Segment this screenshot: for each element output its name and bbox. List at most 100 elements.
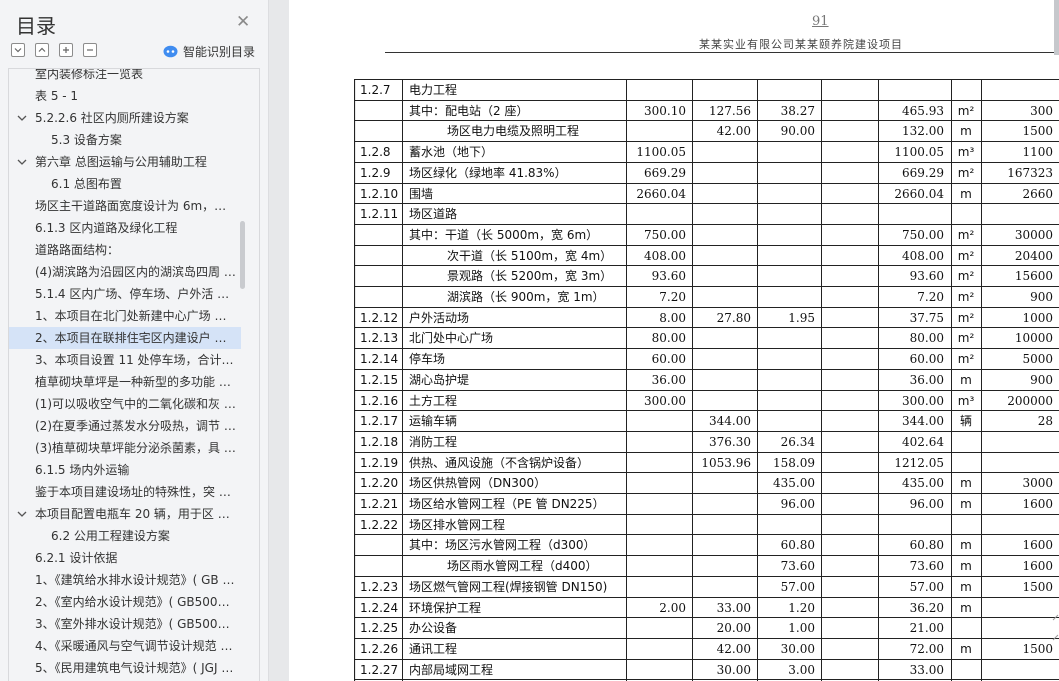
toc-item[interactable]: 2、本项目在联排住宅区内建设户 … bbox=[9, 327, 241, 349]
table-cell-c1 bbox=[626, 204, 686, 224]
table-cell-c2: 33.00 bbox=[716, 601, 751, 615]
table-cell-item: 场区给水管网工程（PE 管 DN225） bbox=[409, 497, 605, 511]
table-cell-c3 bbox=[757, 80, 815, 100]
toc-item[interactable]: 5.2.2.6 社区内厕所建设方案 bbox=[9, 107, 241, 129]
toc-item[interactable]: 场区主干道路面宽度设计为 6m，… bbox=[9, 195, 241, 217]
expand-all-icon[interactable] bbox=[35, 43, 49, 57]
toc-item-label: 道路路面结构： bbox=[35, 243, 120, 257]
toc-item[interactable]: 2、《室内给水设计规范》( GB5001 … bbox=[9, 591, 241, 613]
toc-item[interactable]: 6.2 公用工程建设方案 bbox=[9, 525, 241, 547]
toc-item[interactable]: 鉴于本项目建设场址的特殊性，突 … bbox=[9, 481, 241, 503]
table-cell-total: 21.00 bbox=[909, 621, 944, 635]
table-cell-item: 场区绿化（绿地率 41.83%） bbox=[409, 166, 567, 180]
table-cell-total: 750.00 bbox=[902, 228, 944, 242]
table-cell-unit: m bbox=[960, 601, 972, 615]
table-cell-c3 bbox=[757, 246, 815, 266]
table-cell-total: 669.29 bbox=[902, 166, 944, 180]
table-cell-qty: 2660 bbox=[1022, 187, 1053, 201]
table-cell-unit: m² bbox=[957, 352, 975, 366]
table-cell-qty: 10000 bbox=[1014, 331, 1053, 345]
toc-item-label: 室内装修标注一览表 bbox=[35, 68, 144, 81]
smart-toc-button[interactable]: 智能识别目录 bbox=[163, 42, 255, 60]
table-cell-c2: 42.00 bbox=[716, 124, 751, 138]
remove-heading-icon[interactable] bbox=[83, 43, 97, 57]
chevron-down-icon[interactable] bbox=[17, 503, 27, 525]
toc-item[interactable]: 3、《室外排水设计规范》( GB5001 … bbox=[9, 613, 241, 635]
table-cell-unit: m² bbox=[957, 290, 975, 304]
table-cell-c3 bbox=[757, 142, 815, 162]
table-cell-c1 bbox=[626, 411, 686, 431]
toc-item[interactable]: 表 5 - 1 bbox=[9, 85, 241, 107]
toc-item[interactable]: 6.1.5 场内外运输 bbox=[9, 459, 241, 481]
table-cell-item: 内部局域网工程 bbox=[409, 663, 494, 677]
table-cell-unit: m² bbox=[957, 228, 975, 242]
table-cell-c2 bbox=[692, 577, 751, 597]
table-cell-c2 bbox=[692, 266, 751, 286]
toc-item-label: 4、《采暖通风与空气调节设计规范 … bbox=[35, 639, 233, 653]
table-cell-c2 bbox=[692, 225, 751, 245]
table-cell-c3 bbox=[757, 391, 815, 411]
toc-item[interactable]: 道路路面结构： bbox=[9, 239, 241, 261]
table-cell-c1: 1100.05 bbox=[636, 145, 686, 159]
toc-item[interactable]: (2)在夏季通过蒸发水分吸热，调节 … bbox=[9, 415, 241, 437]
table-cell-total: 435.00 bbox=[902, 476, 944, 490]
table-cell-total: 73.60 bbox=[909, 559, 944, 573]
toc-item[interactable]: 5.3 设备方案 bbox=[9, 129, 241, 151]
table-cell-c1 bbox=[626, 556, 686, 576]
toc-item[interactable]: 4、《采暖通风与空气调节设计规范 … bbox=[9, 635, 241, 657]
table-cell-c3: 96.00 bbox=[780, 497, 815, 511]
toc-item[interactable]: 5、《民用建筑电气设计规范》( JGJ … bbox=[9, 657, 241, 679]
chevron-down-icon[interactable] bbox=[17, 151, 27, 173]
table-cell-c2 bbox=[692, 391, 751, 411]
table-cell-c3 bbox=[757, 204, 815, 224]
table-cell-item: 电力工程 bbox=[409, 83, 458, 97]
toc-item[interactable]: 第六章 总图运输与公用辅助工程 bbox=[9, 151, 241, 173]
table-cell-total: 36.00 bbox=[909, 373, 944, 387]
toc-item-label: 5.2.2.6 社区内厕所建设方案 bbox=[35, 111, 189, 125]
table-cell-total: 344.00 bbox=[902, 414, 944, 428]
toc-item[interactable]: 6.1 总图布置 bbox=[9, 173, 241, 195]
table-cell-no bbox=[360, 121, 402, 141]
table-cell-c1 bbox=[626, 577, 686, 597]
add-heading-icon[interactable] bbox=[59, 43, 73, 57]
toc-item[interactable]: 5.1.4 区内广场、停车场、户外活 … bbox=[9, 283, 241, 305]
table-cell-c3: 3.00 bbox=[788, 663, 815, 677]
table-cell-no: 1.2.18 bbox=[360, 435, 399, 449]
page-number: 91 bbox=[812, 14, 829, 29]
toc-item[interactable]: (3)植草砌块草坪能分泌杀菌素，具 … bbox=[9, 437, 241, 459]
table-cell-no: 1.2.25 bbox=[360, 621, 399, 635]
table-cell-c3 bbox=[757, 515, 815, 535]
toc-item[interactable]: (1)可以吸收空气中的二氧化碳和灰 … bbox=[9, 393, 241, 415]
toc-item-label: 本项目配置电瓶车 20 辆，用于区 … bbox=[35, 507, 230, 521]
toc-item-label: (1)可以吸收空气中的二氧化碳和灰 … bbox=[35, 397, 236, 411]
chevron-down-icon[interactable] bbox=[17, 107, 27, 129]
toc-scrollbar[interactable] bbox=[240, 221, 245, 289]
table-cell-qty: 200000 bbox=[1007, 394, 1053, 408]
table-cell-no: 1.2.21 bbox=[360, 497, 399, 511]
table-cell-c2 bbox=[692, 349, 751, 369]
toc-item[interactable]: (4)湖滨路为沿园区内的湖滨岛四周 … bbox=[9, 261, 241, 283]
table-cell-item: 供热、通风设施（不含锅炉设备） bbox=[409, 456, 590, 470]
toc-item[interactable]: 本项目配置电瓶车 20 辆，用于区 … bbox=[9, 503, 241, 525]
toc-item[interactable]: 植草砌块草坪是一种新型的多功能 … bbox=[9, 371, 241, 393]
toc-item-label: 1、本项目在北门处新建中心广场 … bbox=[35, 309, 227, 323]
toc-item-label: 6.2 公用工程建设方案 bbox=[51, 529, 170, 543]
table-cell-qty: 900 bbox=[1030, 290, 1053, 304]
collapse-all-icon[interactable] bbox=[11, 43, 25, 57]
toc-item[interactable]: 室内装修标注一览表 bbox=[9, 68, 241, 85]
document-scrollbar[interactable] bbox=[1054, 0, 1059, 55]
table-cell-c3: 158.09 bbox=[773, 456, 815, 470]
toc-item[interactable]: 6.1.3 区内道路及绿化工程 bbox=[9, 217, 241, 239]
toc-item[interactable]: 1、《建筑给水排水设计规范》( GB … bbox=[9, 569, 241, 591]
table-cell-c3 bbox=[757, 287, 815, 307]
table-cell-no: 1.2.12 bbox=[360, 311, 399, 325]
toc-item[interactable]: 3、本项目设置 11 处停车场，合计 … bbox=[9, 349, 241, 371]
table-cell-c1: 750.00 bbox=[644, 228, 686, 242]
toc-item[interactable]: 1、本项目在北门处新建中心广场 … bbox=[9, 305, 241, 327]
table-cell-unit bbox=[951, 660, 981, 680]
toc-item[interactable]: 6.2.1 设计依据 bbox=[9, 547, 241, 569]
table-cell-unit bbox=[951, 453, 981, 473]
toc-item-label: 5.3 设备方案 bbox=[51, 133, 122, 147]
close-icon[interactable]: ✕ bbox=[236, 12, 250, 32]
table-cell-c3: 90.00 bbox=[780, 124, 815, 138]
